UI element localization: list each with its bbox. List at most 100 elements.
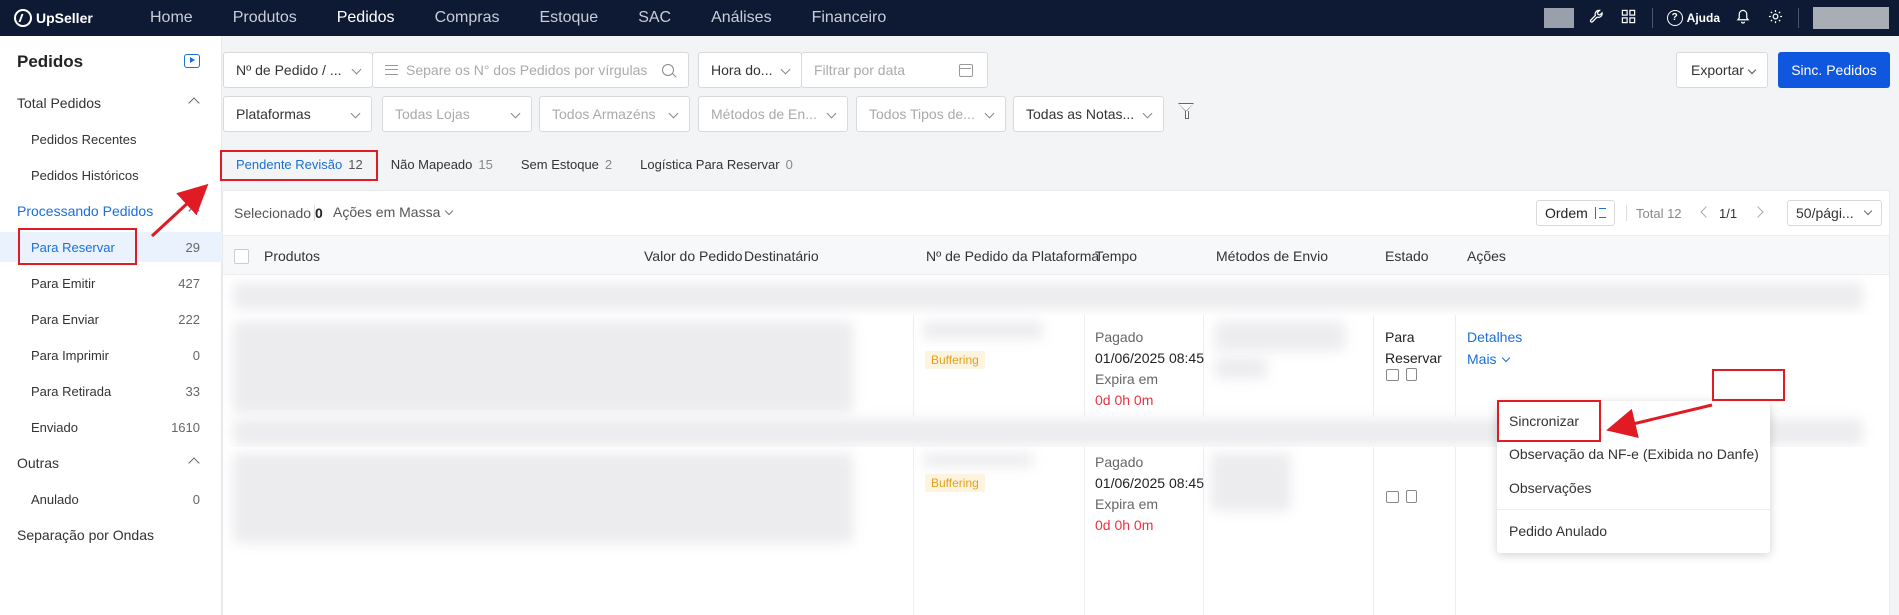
gear-icon[interactable] bbox=[1766, 9, 1784, 28]
date-filter-input[interactable]: Filtrar por data bbox=[801, 52, 988, 88]
chevron-down-icon bbox=[445, 206, 454, 216]
paid-time: 01/06/2025 08:45 bbox=[1095, 350, 1204, 366]
sidebar-group-label: Total Pedidos bbox=[17, 95, 102, 111]
paid-label: Pagado bbox=[1095, 329, 1144, 345]
apps-grid-icon[interactable] bbox=[1620, 9, 1638, 28]
nav-financeiro[interactable]: Financeiro bbox=[792, 0, 907, 36]
more-actions-button[interactable]: Mais bbox=[1467, 351, 1510, 367]
sidebar-item-label: Para Imprimir bbox=[31, 347, 110, 363]
redacted-product bbox=[233, 321, 853, 413]
tab-nao-mapeado[interactable]: Não Mapeado 15 bbox=[377, 150, 507, 180]
shipping-methods-select[interactable]: Métodos de En... bbox=[698, 96, 848, 132]
tab-count: 0 bbox=[785, 157, 793, 172]
nav-analises[interactable]: Análises bbox=[691, 0, 791, 36]
expires-label: Expira em bbox=[1095, 371, 1159, 387]
menu-item-sincronizar[interactable]: Sincronizar bbox=[1497, 406, 1770, 436]
chevron-up-icon bbox=[188, 205, 200, 217]
nav-pedidos[interactable]: Pedidos bbox=[317, 0, 415, 36]
select-all-checkbox[interactable] bbox=[234, 249, 249, 264]
sidebar-group-outras[interactable]: Outras bbox=[0, 448, 222, 478]
sidebar-item-para-imprimir[interactable]: Para Imprimir 0 bbox=[0, 340, 222, 370]
search-icon[interactable] bbox=[662, 64, 674, 76]
sidebar-item-anulado[interactable]: Anulado 0 bbox=[0, 484, 222, 514]
sidebar-item-para-emitir[interactable]: Para Emitir 427 bbox=[0, 268, 222, 298]
cell-divider bbox=[1203, 447, 1204, 615]
nav-estoque[interactable]: Estoque bbox=[519, 0, 618, 36]
sort-order-button[interactable]: Ordem bbox=[1536, 200, 1615, 226]
sidebar-group-processando-pedidos[interactable]: Processando Pedidos bbox=[0, 196, 222, 226]
sidebar-item-enviado[interactable]: Enviado 1610 bbox=[0, 412, 222, 442]
col-destinatario: Destinatário bbox=[744, 248, 819, 264]
mass-actions-dropdown[interactable]: Ações em Massa bbox=[333, 204, 454, 220]
stores-select[interactable]: Todas Lojas bbox=[382, 96, 532, 132]
clipboard-icon[interactable] bbox=[1406, 490, 1417, 503]
time-type-select[interactable]: Hora do... bbox=[698, 52, 802, 88]
bell-icon[interactable] bbox=[1734, 9, 1752, 28]
help-link[interactable]: ? Ajuda bbox=[1666, 10, 1720, 26]
nav-sac[interactable]: SAC bbox=[618, 0, 691, 36]
sidebar-item-para-retirada[interactable]: Para Retirada 33 bbox=[0, 376, 222, 406]
nav-home[interactable]: Home bbox=[130, 0, 213, 36]
filter-funnel-icon[interactable] bbox=[1178, 103, 1194, 119]
menu-item-observacoes[interactable]: Observações bbox=[1497, 473, 1770, 503]
sidebar-item-pedidos-historicos[interactable]: Pedidos Históricos bbox=[0, 160, 222, 190]
details-link[interactable]: Detalhes bbox=[1467, 329, 1522, 345]
redacted-product bbox=[233, 453, 853, 543]
sidebar-item-label: Para Retirada bbox=[31, 383, 112, 399]
nav-compras[interactable]: Compras bbox=[415, 0, 520, 36]
more-label: Mais bbox=[1467, 351, 1497, 367]
sidebar-item-para-enviar[interactable]: Para Enviar 222 bbox=[0, 304, 222, 334]
page-size-value: 50/pági... bbox=[1796, 205, 1854, 221]
tab-sem-estoque[interactable]: Sem Estoque 2 bbox=[507, 150, 626, 180]
platforms-select[interactable]: Plataformas bbox=[223, 96, 372, 132]
toolbar-divider-2 bbox=[1798, 8, 1799, 28]
platforms-value: Plataformas bbox=[236, 106, 311, 122]
cell-divider bbox=[1373, 315, 1374, 417]
order-type-select[interactable]: Nº de Pedido / ... bbox=[223, 52, 373, 88]
export-button[interactable]: Exportar bbox=[1676, 52, 1768, 88]
redacted-order-number bbox=[923, 453, 1033, 467]
sidebar: Pedidos Total Pedidos Pedidos Recentes P… bbox=[0, 36, 222, 615]
sidebar-item-label: Pedidos Recentes bbox=[31, 131, 137, 147]
brand-logo[interactable]: UpSeller bbox=[0, 9, 130, 27]
notes-select[interactable]: Todas as Notas... bbox=[1013, 96, 1164, 132]
cell-divider bbox=[1373, 447, 1374, 615]
redacted-shipping bbox=[1211, 453, 1291, 511]
order-types-select[interactable]: Todos Tipos de... bbox=[856, 96, 1006, 132]
nav-produtos[interactable]: Produtos bbox=[213, 0, 317, 36]
sidebar-item-pedidos-recentes[interactable]: Pedidos Recentes bbox=[0, 124, 222, 154]
page-indicator: 1/1 bbox=[1719, 206, 1738, 221]
sync-orders-button[interactable]: Sinc. Pedidos bbox=[1778, 52, 1890, 88]
invoice-icon[interactable] bbox=[1386, 491, 1399, 503]
more-actions-menu: Sincronizar Observação da NF-e (Exibida … bbox=[1497, 401, 1770, 553]
page-size-select[interactable]: 50/pági... bbox=[1787, 200, 1882, 226]
tab-count: 12 bbox=[348, 157, 363, 172]
col-estado: Estado bbox=[1385, 248, 1429, 264]
tab-pendente-revisao[interactable]: Pendente Revisão 12 bbox=[222, 150, 377, 180]
sidebar-item-count: 29 bbox=[185, 239, 200, 255]
sidebar-item-para-reservar[interactable]: Para Reservar 29 bbox=[0, 232, 222, 262]
invoice-icon[interactable] bbox=[1386, 369, 1399, 381]
clipboard-icon[interactable] bbox=[1406, 368, 1417, 381]
sidebar-group-total-pedidos[interactable]: Total Pedidos bbox=[0, 88, 222, 118]
cell-divider bbox=[1084, 447, 1085, 615]
order-search-input[interactable]: Separe os N° dos Pedidos por vírgulas bbox=[372, 52, 689, 88]
sidebar-item-count: 0 bbox=[192, 347, 200, 363]
menu-item-observacao-nfe[interactable]: Observação da NF-e (Exibida no Danfe) bbox=[1497, 439, 1770, 469]
sidebar-collapse-icon[interactable] bbox=[184, 54, 200, 68]
sidebar-group-label: Processando Pedidos bbox=[17, 203, 154, 219]
redacted-order-number bbox=[923, 321, 1043, 339]
sidebar-item-separacao-por-ondas[interactable]: Separação por Ondas bbox=[0, 520, 222, 550]
main-nav: Home Produtos Pedidos Compras Estoque SA… bbox=[130, 0, 906, 36]
status-badge: Buffering bbox=[925, 474, 985, 492]
warehouses-select[interactable]: Todos Armazéns bbox=[539, 96, 690, 132]
wrench-icon[interactable] bbox=[1588, 9, 1606, 28]
user-menu[interactable] bbox=[1813, 7, 1889, 29]
menu-item-pedido-anulado[interactable]: Pedido Anulado bbox=[1497, 516, 1770, 546]
sidebar-item-label: Separação por Ondas bbox=[17, 527, 154, 543]
tab-logistica-para-reservar[interactable]: Logística Para Reservar 0 bbox=[626, 150, 807, 180]
prev-page-icon[interactable] bbox=[1700, 206, 1712, 218]
account-swatch[interactable] bbox=[1543, 8, 1574, 28]
next-page-icon[interactable] bbox=[1752, 206, 1764, 218]
tab-label: Logística Para Reservar bbox=[640, 157, 780, 172]
